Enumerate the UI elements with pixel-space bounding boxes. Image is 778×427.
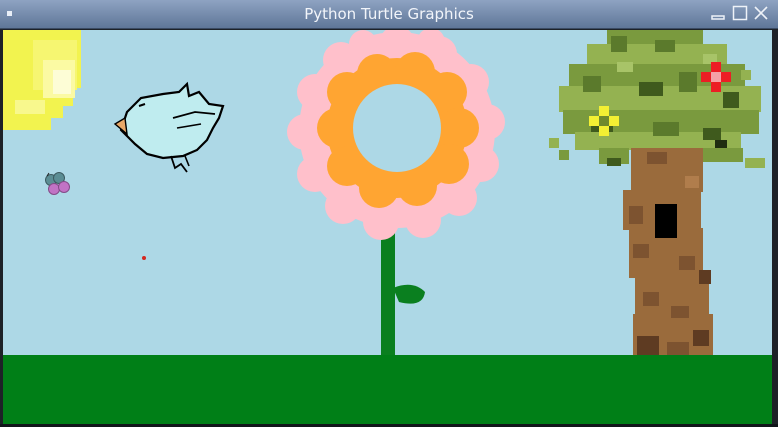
title-bar[interactable]: Python Turtle Graphics [0,0,778,29]
turtle-window: Python Turtle Graphics [0,0,778,427]
trunk-hole [655,204,677,238]
minimize-icon[interactable] [710,5,726,21]
scene-drawing [3,30,772,424]
sun [3,30,81,130]
bird [113,81,225,173]
red-dot [142,256,146,260]
butterfly [45,172,70,195]
flower-stem [381,230,425,358]
turtle-canvas[interactable] [3,30,772,424]
window-title: Python Turtle Graphics [304,5,474,23]
maximize-icon[interactable] [732,5,748,21]
tree-foliage [549,30,765,168]
close-icon[interactable] [753,5,769,21]
tree-trunk [623,148,713,358]
grass [3,355,772,424]
flower-hole [353,84,441,172]
